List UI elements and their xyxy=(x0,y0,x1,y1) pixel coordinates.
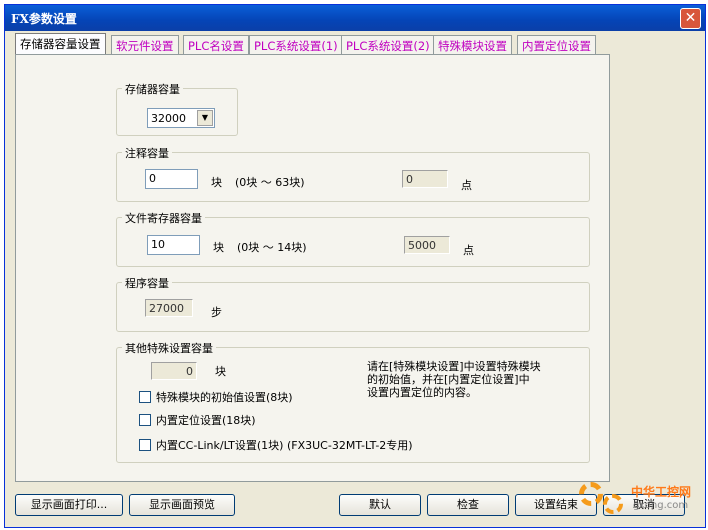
file-register-points-value: 5000 xyxy=(404,236,450,254)
title-bar[interactable]: FX参数设置 ✕ xyxy=(5,5,705,31)
watermark-text: 中华工控网 xyxy=(631,485,692,499)
gear-icon xyxy=(603,494,623,514)
builtin-positioning-checkbox[interactable]: 内置定位设置(18块) xyxy=(139,412,256,428)
special-capacity-group: 其他特殊设置容量 0 块 请在[特殊模块设置]中设置特殊模块 的初始值，并在[内… xyxy=(116,340,590,463)
comment-range: (0块 ～ 63块) xyxy=(235,176,305,189)
tab-plc-system-2[interactable]: PLC系统设置(2) xyxy=(341,35,435,54)
file-register-label: 文件寄存器容量 xyxy=(122,210,205,226)
comment-capacity-label: 注释容量 xyxy=(122,145,172,161)
checkbox-icon[interactable] xyxy=(139,414,151,426)
checkbox-label: 特殊模块的初始值设置(8块) xyxy=(156,391,293,404)
tab-plc-name[interactable]: PLC名设置 xyxy=(183,35,249,54)
memory-capacity-group: 存储器容量 32000 ▼ xyxy=(116,81,238,136)
checkbox-label: 内置CC-Link/LT设置(1块) (FX3UC-32MT-LT-2专用) xyxy=(156,439,413,452)
gkong-watermark-logo: 中华工控网 gkong.com xyxy=(577,478,703,526)
close-icon: ✕ xyxy=(684,10,697,26)
comment-capacity-input[interactable]: 0 xyxy=(145,169,198,189)
watermark-sub: gkong.com xyxy=(633,500,689,511)
comment-points-value: 0 xyxy=(402,170,448,188)
program-capacity-label: 程序容量 xyxy=(122,275,172,291)
builtin-cclink-checkbox[interactable]: 内置CC-Link/LT设置(1块) (FX3UC-32MT-LT-2专用) xyxy=(139,437,413,453)
comment-points-unit: 点 xyxy=(461,179,472,192)
window-title: FX参数设置 xyxy=(11,12,77,26)
special-note-line-3: 设置内置定位的内容。 xyxy=(367,386,477,399)
special-capacity-value: 0 xyxy=(151,362,197,380)
memory-capacity-label: 存储器容量 xyxy=(122,81,183,97)
file-register-unit: 块 xyxy=(213,241,224,254)
preview-screen-button[interactable]: 显示画面预览 xyxy=(129,494,235,516)
tab-memory-capacity[interactable]: 存储器容量设置 xyxy=(15,33,106,55)
special-module-init-checkbox[interactable]: 特殊模块的初始值设置(8块) xyxy=(139,389,293,405)
file-register-group: 文件寄存器容量 10 块 (0块 ～ 14块) 5000 点 xyxy=(116,210,590,267)
program-capacity-value: 27000 xyxy=(145,299,193,317)
comment-unit: 块 xyxy=(211,176,222,189)
checkbox-label: 内置定位设置(18块) xyxy=(156,414,256,427)
memory-capacity-value: 32000 xyxy=(151,112,186,125)
program-capacity-unit: 步 xyxy=(211,306,222,319)
fx-parameter-window: FX参数设置 ✕ 存储器容量设置 软元件设置 PLC名设置 PLC系统设置(1)… xyxy=(4,4,706,528)
default-button[interactable]: 默认 xyxy=(339,494,421,516)
checkbox-icon[interactable] xyxy=(139,391,151,403)
program-capacity-group: 程序容量 27000 步 xyxy=(116,275,590,332)
special-capacity-label: 其他特殊设置容量 xyxy=(122,340,216,356)
memory-capacity-select[interactable]: 32000 ▼ xyxy=(147,108,215,128)
tab-device-settings[interactable]: 软元件设置 xyxy=(111,35,179,54)
tab-builtin-positioning[interactable]: 内置定位设置 xyxy=(517,35,596,54)
check-button[interactable]: 检查 xyxy=(427,494,509,516)
tab-panel: 存储器容量 32000 ▼ 注释容量 0 块 (0块 ～ 63块) 0 点 文件… xyxy=(15,54,610,482)
comment-capacity-group: 注释容量 0 块 (0块 ～ 63块) 0 点 xyxy=(116,145,590,202)
special-capacity-unit: 块 xyxy=(215,365,226,378)
close-button[interactable]: ✕ xyxy=(680,8,701,29)
chevron-down-icon[interactable]: ▼ xyxy=(197,110,213,126)
tab-special-module[interactable]: 特殊模块设置 xyxy=(433,35,512,54)
file-register-range: (0块 ～ 14块) xyxy=(237,241,307,254)
print-screen-button[interactable]: 显示画面打印... xyxy=(15,494,123,516)
tab-plc-system-1[interactable]: PLC系统设置(1) xyxy=(249,35,343,54)
file-register-input[interactable]: 10 xyxy=(147,235,200,255)
file-register-points-unit: 点 xyxy=(463,244,474,257)
checkbox-icon[interactable] xyxy=(139,439,151,451)
gear-icon xyxy=(579,482,603,506)
